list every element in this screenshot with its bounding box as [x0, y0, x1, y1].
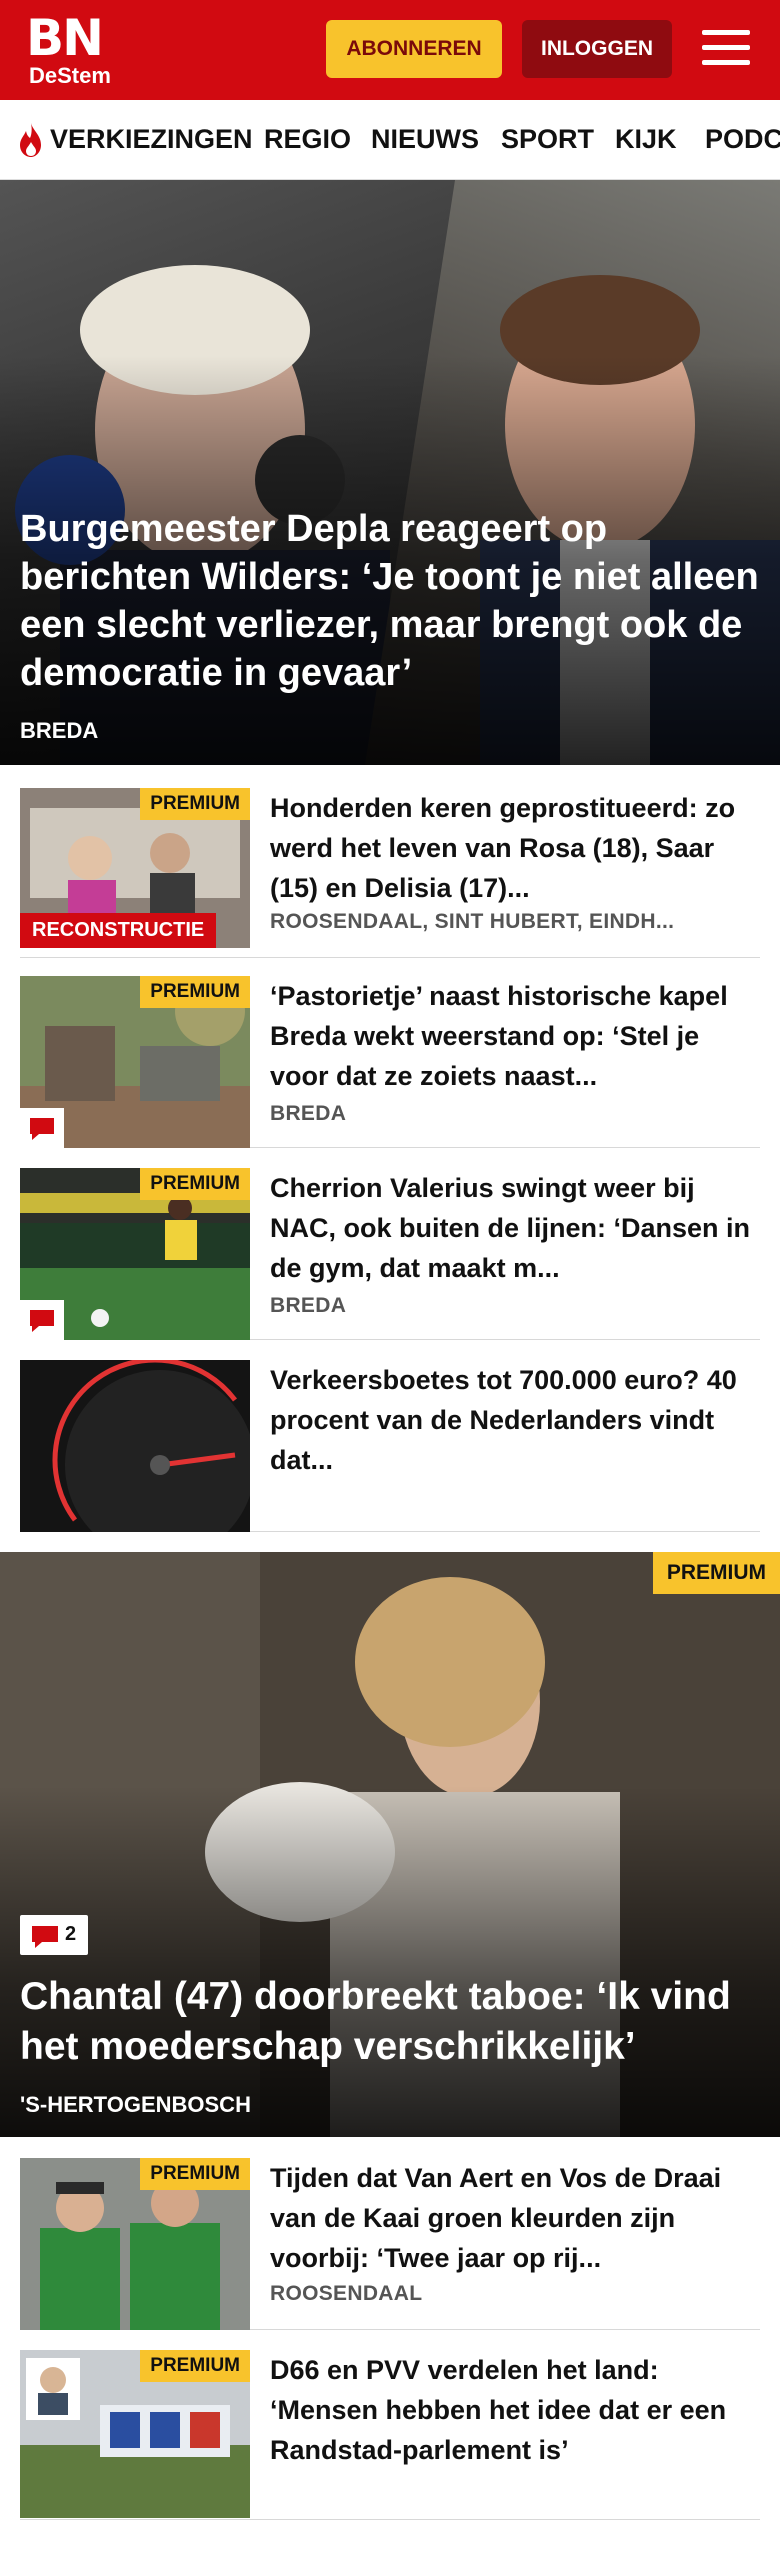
article-title[interactable]: Tijden dat Van Aert en Vos de Draai van …: [270, 2158, 755, 2278]
article-item[interactable]: PREMIUM Tijden dat Van Aert en Vos de Dr…: [20, 2158, 760, 2330]
premium-badge: PREMIUM: [140, 1168, 250, 1200]
hamburger-icon[interactable]: [700, 26, 752, 70]
article-thumbnail: [20, 1360, 250, 1532]
flame-icon: [20, 123, 41, 157]
hero-headline[interactable]: Burgemeester Depla reageert op berichten…: [20, 505, 765, 697]
nav-item-podcasts[interactable]: PODC: [705, 122, 780, 156]
nav-item-verkiezingen[interactable]: VERKIEZINGEN: [50, 122, 253, 156]
comment-icon: [30, 1118, 54, 1140]
premium-badge: PREMIUM: [140, 2350, 250, 2382]
reconstructie-badge: RECONSTRUCTIE: [20, 913, 217, 948]
feature-headline[interactable]: Chantal (47) doorbreekt taboe: ‘Ik vind …: [20, 1972, 765, 2072]
top-header: BN DeStem ABONNEREN INLOGGEN: [0, 0, 780, 100]
hero-place: BREDA: [20, 718, 99, 743]
subscribe-button[interactable]: ABONNEREN: [326, 20, 502, 78]
feature-article[interactable]: PREMIUM 2 Chantal (47) doorbreekt taboe:…: [0, 1552, 780, 2137]
comment-count: 2: [65, 1923, 77, 1945]
login-button[interactable]: INLOGGEN: [522, 20, 672, 78]
article-item[interactable]: Verkeersboetes tot 700.000 euro? 40 proc…: [20, 1360, 760, 1532]
article-item[interactable]: PREMIUM RECONSTRUCTIE Honderden keren ge…: [20, 788, 760, 958]
feature-place: 'S-HERTOGENBOSCH: [20, 2092, 251, 2117]
article-thumbnail: PREMIUM RECONSTRUCTIE: [20, 788, 250, 948]
article-title[interactable]: Verkeersboetes tot 700.000 euro? 40 proc…: [270, 1360, 755, 1482]
article-thumbnail: PREMIUM: [20, 976, 250, 1148]
article-title[interactable]: Honderden keren geprostitueerd: zo werd …: [270, 788, 755, 908]
article-item[interactable]: PREMIUM Cherrion Valerius swingt weer bi…: [20, 1168, 760, 1340]
article-title[interactable]: ‘Pastorietje’ naast historische kapel Br…: [270, 976, 755, 1096]
article-place: BREDA: [270, 1294, 347, 1317]
premium-badge: PREMIUM: [140, 976, 250, 1008]
article-item[interactable]: PREMIUM ‘Pastorietje’ naast historische …: [20, 976, 760, 1148]
premium-badge: PREMIUM: [140, 788, 250, 820]
nav-item-sport[interactable]: SPORT: [501, 122, 594, 156]
premium-badge: PREMIUM: [652, 1552, 780, 1594]
hero-article[interactable]: Burgemeester Depla reageert op berichten…: [0, 180, 780, 765]
nav-item-nieuws[interactable]: NIEUWS: [371, 122, 479, 156]
comment-badge[interactable]: 2: [20, 1915, 88, 1955]
brand-logo[interactable]: BN DeStem: [26, 12, 116, 90]
nav-item-regio[interactable]: REGIO: [264, 122, 351, 156]
premium-badge: PREMIUM: [140, 2158, 250, 2190]
nav-item-kijk[interactable]: KIJK: [615, 122, 677, 156]
comment-badge: [20, 1300, 64, 1340]
comment-badge: [20, 1108, 64, 1148]
comment-icon: [30, 1310, 54, 1332]
article-thumbnail: PREMIUM: [20, 2350, 250, 2518]
section-nav: VERKIEZINGEN REGIO NIEUWS SPORT KIJK POD…: [0, 100, 780, 180]
article-place: ROOSENDAAL, SINT HUBERT, EINDH...: [270, 910, 675, 933]
article-title[interactable]: D66 en PVV verdelen het land: ‘Mensen he…: [270, 2350, 755, 2472]
logo-main-text: BN: [26, 9, 104, 67]
article-thumbnail: PREMIUM: [20, 1168, 250, 1340]
article-place: ROOSENDAAL: [270, 2282, 423, 2305]
article-item[interactable]: PREMIUM D66 en PVV verdelen het land: ‘M…: [20, 2350, 760, 2520]
article-thumbnail: PREMIUM: [20, 2158, 250, 2330]
article-place: BREDA: [270, 1102, 347, 1125]
logo-sub-text: DeStem: [29, 63, 111, 88]
comment-icon: [32, 1926, 58, 1948]
speedometer-photo: [20, 1360, 250, 1532]
article-title[interactable]: Cherrion Valerius swingt weer bij NAC, o…: [270, 1168, 755, 1288]
